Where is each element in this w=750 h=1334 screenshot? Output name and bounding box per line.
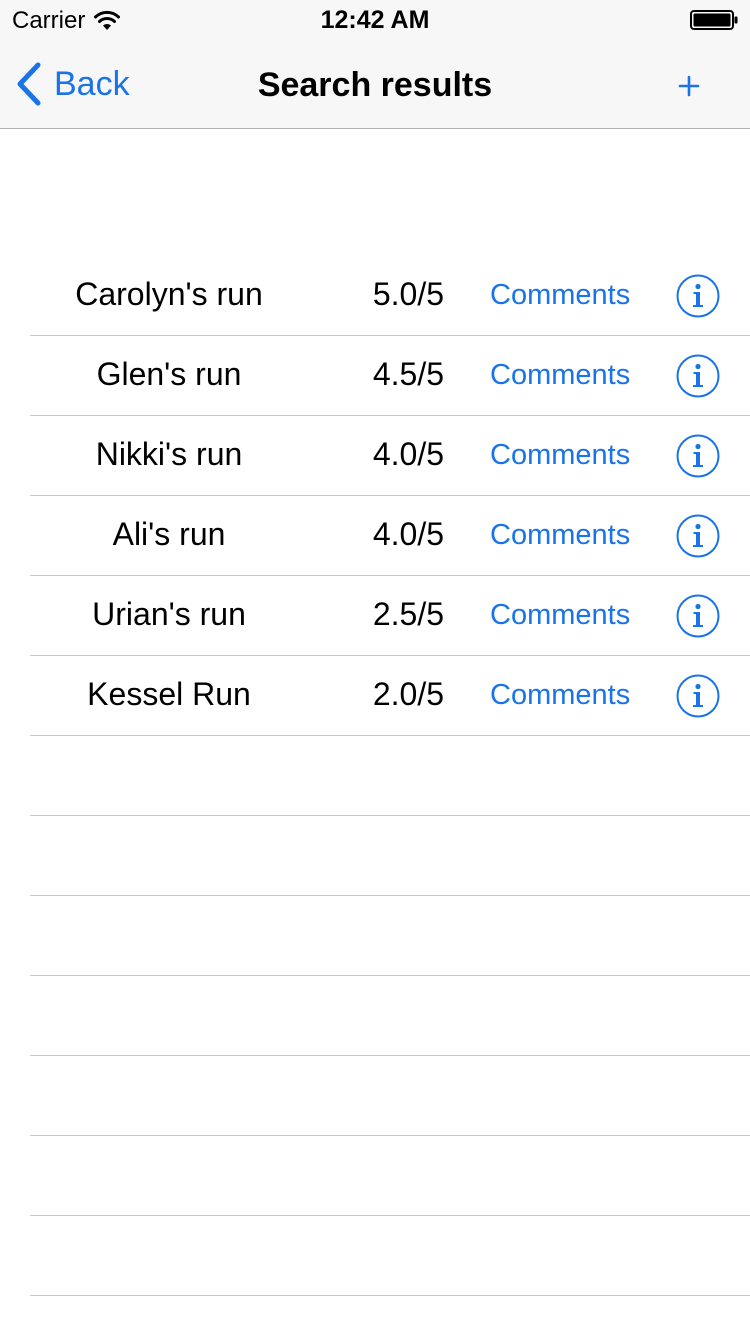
run-name: Kessel Run xyxy=(87,676,251,712)
run-rating: 5.0/5 xyxy=(372,276,444,312)
run-rating: 4.5/5 xyxy=(372,356,444,392)
empty-row xyxy=(0,816,750,896)
comments-button[interactable]: Comments xyxy=(490,359,630,392)
info-icon xyxy=(676,354,720,398)
empty-row xyxy=(0,1056,750,1136)
comments-button[interactable]: Comments xyxy=(490,679,630,712)
comments-button[interactable]: Comments xyxy=(490,519,630,552)
run-name: Ali's run xyxy=(112,516,226,552)
comments-button[interactable]: Comments xyxy=(490,279,630,312)
run-rating: 4.0/5 xyxy=(372,436,444,472)
empty-row xyxy=(0,896,750,976)
info-icon xyxy=(676,594,720,638)
empty-row xyxy=(0,736,750,816)
info-icon xyxy=(676,674,720,718)
comments-button[interactable]: Comments xyxy=(490,599,630,632)
info-icon xyxy=(676,514,720,558)
status-bar: Carrier 12:42 AM xyxy=(0,0,750,40)
navigation-bar: Back Search results xyxy=(0,40,750,129)
info-button[interactable] xyxy=(676,354,720,398)
result-row: Kessel Run 2.0/5 Comments xyxy=(0,656,750,736)
empty-row xyxy=(0,976,750,1056)
result-row: Carolyn's run 5.0/5 Comments xyxy=(0,256,750,336)
plus-icon xyxy=(678,75,700,97)
run-name: Nikki's run xyxy=(95,436,243,472)
results-table: Carolyn's run 5.0/5 Comments Glen's run 4.5/… xyxy=(0,256,750,1296)
result-row: Nikki's run 4.0/5 Comments xyxy=(0,416,750,496)
info-button[interactable] xyxy=(676,274,720,318)
battery-icon xyxy=(690,10,738,30)
run-rating: 2.5/5 xyxy=(372,596,444,632)
run-rating: 2.0/5 xyxy=(372,676,444,712)
info-button[interactable] xyxy=(676,514,720,558)
info-button[interactable] xyxy=(676,674,720,718)
info-icon xyxy=(676,434,720,478)
info-icon xyxy=(676,274,720,318)
comments-button[interactable]: Comments xyxy=(490,439,630,472)
info-button[interactable] xyxy=(676,434,720,478)
add-button[interactable] xyxy=(678,62,700,106)
info-button[interactable] xyxy=(676,594,720,638)
page-title: Search results xyxy=(257,66,493,104)
run-name: Urian's run xyxy=(92,596,246,632)
result-row: Ali's run 4.0/5 Comments xyxy=(0,496,750,576)
run-name: Carolyn's run xyxy=(75,276,263,312)
empty-row xyxy=(0,1216,750,1296)
result-row: Glen's run 4.5/5 Comments xyxy=(0,336,750,416)
run-name: Glen's run xyxy=(96,356,242,392)
result-row: Urian's run 2.5/5 Comments xyxy=(0,576,750,656)
empty-row xyxy=(0,1136,750,1216)
status-time: 12:42 AM xyxy=(320,6,430,34)
run-rating: 4.0/5 xyxy=(372,516,444,552)
